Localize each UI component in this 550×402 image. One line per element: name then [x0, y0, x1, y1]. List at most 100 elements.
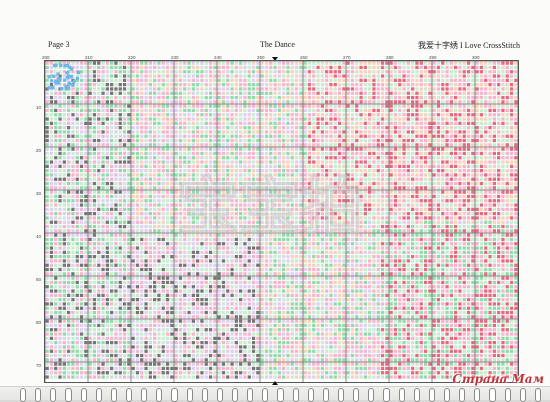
stitch-cell	[441, 216, 445, 220]
stitch-cell	[406, 143, 410, 147]
stitch-cell	[67, 233, 71, 237]
stitch-cell	[54, 130, 58, 134]
stitch-cell	[479, 181, 484, 186]
stitch-cell	[484, 83, 488, 87]
stitch-cell	[251, 87, 256, 91]
stitch-cell	[359, 250, 363, 254]
stitch-cell	[79, 177, 84, 181]
stitch-cell	[514, 246, 518, 250]
stitch-cell	[135, 130, 140, 134]
stitch-cell	[380, 95, 385, 100]
stitch-cell	[221, 126, 226, 130]
stitch-cell	[110, 104, 114, 108]
stitch-cell	[488, 126, 492, 130]
stitch-cell	[62, 207, 66, 211]
stitch-cell	[329, 156, 333, 160]
stitch-cell	[264, 143, 269, 147]
stitch-cell	[462, 216, 466, 220]
stitch-cell	[221, 250, 226, 254]
stitch-cell	[45, 160, 49, 164]
stitch-cell	[114, 255, 118, 259]
stitch-cell	[411, 74, 415, 78]
stitch-cell	[436, 113, 441, 117]
stitch-cell	[290, 104, 294, 108]
stitch-cell	[346, 78, 350, 82]
stitch-cell	[135, 156, 140, 160]
stitch-cell	[497, 151, 501, 156]
stitch-cell	[62, 216, 66, 220]
stitch-cell	[67, 164, 71, 168]
stitch-cell	[286, 126, 290, 130]
stitch-cell	[484, 91, 488, 95]
stitch-cell	[71, 203, 75, 207]
stitch-cell	[312, 117, 316, 121]
stitch-cell	[92, 186, 97, 190]
stitch-cell	[398, 134, 402, 138]
stitch-cell	[247, 87, 251, 91]
stitch-cell	[466, 65, 471, 70]
stitch-cell	[466, 74, 471, 78]
stitch-cell	[441, 134, 445, 138]
stitch-cell	[101, 255, 105, 259]
stitch-cell	[174, 250, 178, 254]
stitch-cell	[509, 246, 514, 250]
stitch-cell	[501, 237, 505, 242]
stitch-cell	[45, 83, 49, 87]
stitch-cell	[419, 74, 423, 78]
stitch-cell	[92, 246, 97, 250]
stitch-cell	[101, 87, 105, 91]
stitch-cell	[432, 126, 436, 130]
stitch-cell	[505, 104, 509, 108]
stitch-cell	[277, 250, 281, 254]
stitch-cell	[497, 186, 501, 190]
stitch-cell	[110, 250, 114, 254]
stitch-cell	[84, 151, 88, 156]
stitch-cell	[479, 216, 484, 220]
stitch-cell	[230, 147, 234, 151]
stitch-cell	[204, 113, 208, 117]
stitch-cell	[514, 250, 518, 254]
stitch-cell	[58, 229, 62, 233]
stitch-cell	[144, 61, 148, 65]
stitch-cell	[393, 104, 398, 108]
stitch-cell	[161, 91, 165, 95]
stitch-cell	[79, 160, 84, 164]
stitch-cell	[406, 91, 410, 95]
stitch-cell	[471, 104, 475, 108]
stitch-cell	[208, 113, 213, 117]
stitch-cell	[316, 147, 320, 151]
stitch-cell	[286, 83, 290, 87]
stitch-cell	[458, 61, 462, 65]
stitch-cell	[488, 117, 492, 121]
stitch-cell	[88, 87, 92, 91]
stitch-cell	[402, 78, 406, 82]
stitch-cell	[88, 242, 92, 246]
stitch-cell	[368, 83, 372, 87]
stitch-cell	[161, 147, 165, 151]
stitch-cell	[475, 117, 479, 121]
stitch-cell	[307, 104, 312, 108]
stitch-cell	[75, 199, 79, 203]
stitch-cell	[286, 151, 290, 156]
stitch-cell	[385, 121, 389, 125]
stitch-cell	[135, 108, 140, 113]
stitch-cell	[191, 255, 195, 259]
stitch-cell	[165, 113, 170, 117]
stitch-cell	[140, 121, 144, 125]
stitch-cell	[501, 61, 505, 65]
stitch-cell	[97, 108, 101, 113]
stitch-cell	[183, 78, 187, 82]
stitch-cell	[471, 134, 475, 138]
stitch-cell	[54, 126, 58, 130]
stitch-cell	[368, 147, 372, 151]
stitch-cell	[204, 74, 208, 78]
stitch-cell	[466, 83, 471, 87]
stitch-cell	[449, 207, 453, 211]
stitch-cell	[505, 134, 509, 138]
stitch-cell	[359, 113, 363, 117]
stitch-cell	[479, 233, 484, 237]
stitch-cell	[84, 237, 88, 242]
stitch-cell	[75, 173, 79, 177]
stitch-cell	[277, 74, 281, 78]
stitch-cell	[239, 78, 243, 82]
